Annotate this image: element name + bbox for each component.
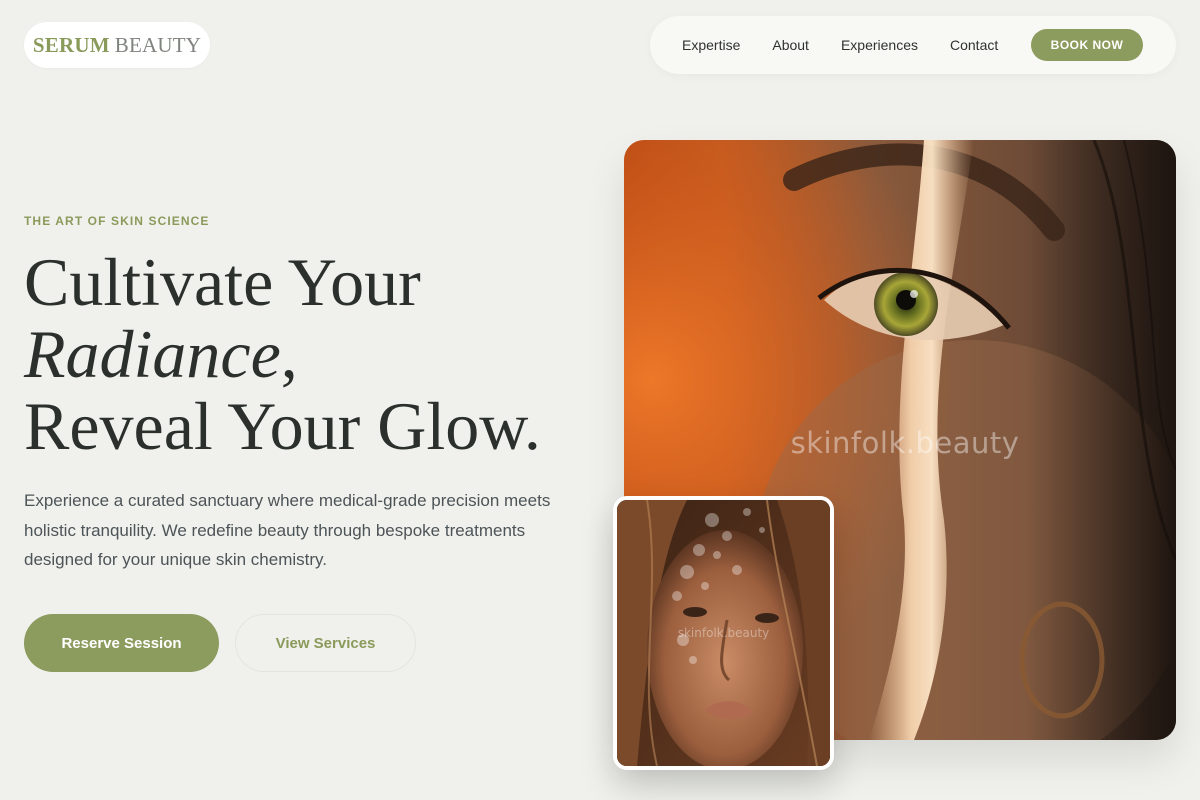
book-now-button[interactable]: BOOK NOW [1031, 29, 1143, 61]
headline-line-3: Reveal Your Glow. [24, 388, 541, 464]
hero-eyebrow: THE ART OF SKIN SCIENCE [24, 214, 210, 228]
view-services-button[interactable]: View Services [235, 614, 416, 672]
brand-name-light: BEAUTY [114, 32, 202, 57]
brand-name-strong: SERUM [32, 32, 110, 57]
nav-link-contact[interactable]: Contact [950, 37, 998, 53]
nav-link-experiences[interactable]: Experiences [841, 37, 918, 53]
hero-headline: Cultivate Your Radiance, Reveal Your Glo… [24, 246, 604, 462]
headline-comma: , [280, 316, 298, 392]
nav-link-about[interactable]: About [772, 37, 809, 53]
main-navigation: Expertise About Experiences Contact BOOK… [650, 16, 1176, 74]
thumbnail-watermark: skinfolk.beauty [677, 626, 770, 640]
reserve-session-button[interactable]: Reserve Session [24, 614, 219, 672]
nav-link-expertise[interactable]: Expertise [682, 37, 740, 53]
headline-line-1: Cultivate Your [24, 244, 421, 320]
hero-image-watermark: skinfolk.beauty [790, 426, 1020, 460]
brand-logo[interactable]: SERUM BEAUTY [24, 22, 210, 68]
thumbnail-portrait-image: skinfolk.beauty [613, 496, 834, 770]
headline-italic-word: Radiance [24, 316, 281, 392]
hero-description: Experience a curated sanctuary where med… [24, 491, 551, 569]
